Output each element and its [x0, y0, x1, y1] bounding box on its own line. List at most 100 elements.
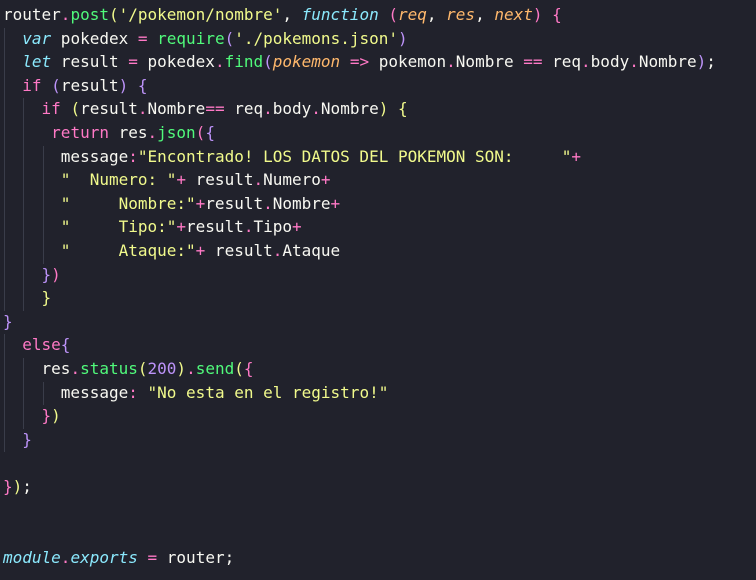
indent-guide — [4, 145, 5, 170]
code-token: ( — [388, 5, 398, 24]
code-line[interactable]: }) — [3, 263, 61, 288]
code-line[interactable]: router.post('/pokemon/nombre', function … — [3, 4, 562, 26]
code-token: pokemon — [369, 52, 447, 72]
code-token: ) — [51, 264, 61, 284]
code-token: ( — [51, 75, 61, 95]
code-token: res — [108, 123, 148, 142]
code-line[interactable]: message: "No esta en el registro!" — [3, 381, 388, 406]
code-editor[interactable]: router.post('/pokemon/nombre', function … — [0, 0, 756, 580]
indent-guide — [42, 145, 44, 170]
indent-guide — [4, 263, 5, 288]
indent-guide — [4, 240, 5, 264]
code-line[interactable]: " Tipo:"+result.Tipo+ — [3, 216, 302, 240]
code-token: { — [552, 5, 562, 24]
indent-guide — [4, 51, 5, 75]
code-token: == — [205, 99, 225, 119]
code-token: router — [3, 5, 61, 24]
code-token: else — [22, 335, 61, 355]
code-token: Nombre — [272, 193, 331, 213]
code-line[interactable]: " Numero: "+ result.Numero+ — [3, 169, 331, 193]
code-token: : — [128, 146, 138, 166]
code-token: Numero — [263, 170, 321, 190]
code-token: pokedex — [51, 28, 138, 48]
code-line[interactable]: message:"Encontrado! LOS DATOS DEL POKEM… — [3, 145, 581, 170]
code-line[interactable]: var pokedex = require('./pokemons.json') — [3, 27, 408, 52]
code-token: + — [320, 170, 331, 190]
code-token: Tipo — [253, 217, 292, 237]
code-token: { — [137, 75, 148, 95]
code-line[interactable]: } — [3, 428, 32, 453]
code-line[interactable]: return res.json({ — [3, 122, 215, 146]
code-line[interactable]: }); — [3, 476, 32, 498]
code-token: " Numero: " — [60, 170, 177, 190]
code-token: ) — [398, 28, 408, 48]
code-token: ) — [378, 99, 389, 119]
code-line[interactable]: } — [3, 287, 51, 311]
code-token: result — [205, 241, 273, 260]
code-token: post — [70, 5, 109, 24]
code-token: Ataque — [282, 241, 341, 260]
code-token: Nombre — [638, 52, 697, 72]
code-line[interactable]: let result = pokedex.find(pokemon => pok… — [3, 51, 716, 75]
indent-guide — [23, 122, 25, 146]
code-token: exports — [70, 547, 138, 567]
indent-guide — [4, 169, 5, 193]
code-token: ) — [51, 406, 61, 426]
code-token: result — [80, 99, 138, 119]
indent-guide — [4, 192, 5, 217]
code-token: } — [41, 406, 52, 426]
code-token: send — [195, 359, 235, 378]
indent-guide — [4, 381, 5, 406]
code-token: pokedex — [137, 52, 215, 72]
code-token: ) — [118, 75, 129, 95]
code-token: => — [349, 52, 370, 72]
code-token: . — [60, 5, 71, 24]
code-token: ) — [532, 5, 543, 24]
indent-guide — [23, 169, 25, 193]
code-token: } — [22, 429, 32, 449]
code-token: = — [147, 547, 158, 567]
code-token: body — [272, 99, 312, 119]
code-token: './pokemons.json' — [234, 28, 398, 48]
code-line[interactable]: } — [3, 311, 13, 333]
code-token: req — [542, 52, 582, 72]
code-token: + — [330, 193, 341, 213]
code-token: ) — [176, 359, 187, 378]
code-token: ( — [137, 359, 148, 378]
code-line[interactable]: " Ataque:"+ result.Ataque — [3, 240, 341, 264]
code-token: Nombre — [320, 99, 379, 119]
code-token: Nombre — [455, 52, 524, 72]
code-line[interactable]: if (result) { — [3, 74, 148, 99]
code-token: . — [581, 52, 591, 72]
code-line[interactable]: res.status(200).send({ — [3, 358, 254, 382]
code-line[interactable]: " Nombre:"+result.Nombre+ — [3, 192, 341, 217]
code-line[interactable]: else{ — [3, 334, 70, 358]
code-token: + — [176, 170, 187, 190]
indent-guide — [4, 358, 5, 382]
code-token: req — [224, 99, 264, 119]
indent-guide — [23, 216, 25, 240]
indent-guide — [42, 169, 44, 193]
code-token: ; — [22, 477, 32, 496]
code-token: : — [128, 382, 138, 402]
code-line[interactable]: }) — [3, 405, 61, 429]
code-token: . — [147, 123, 158, 142]
code-token: var — [22, 28, 52, 48]
code-line[interactable]: if (result.Nombre== req.body.Nombre) { — [3, 98, 408, 122]
code-token: ( — [234, 359, 244, 378]
code-token: { — [205, 123, 215, 142]
code-line[interactable]: module.exports = router; — [3, 547, 234, 569]
code-token: result — [205, 193, 264, 213]
code-token: == — [523, 52, 543, 72]
